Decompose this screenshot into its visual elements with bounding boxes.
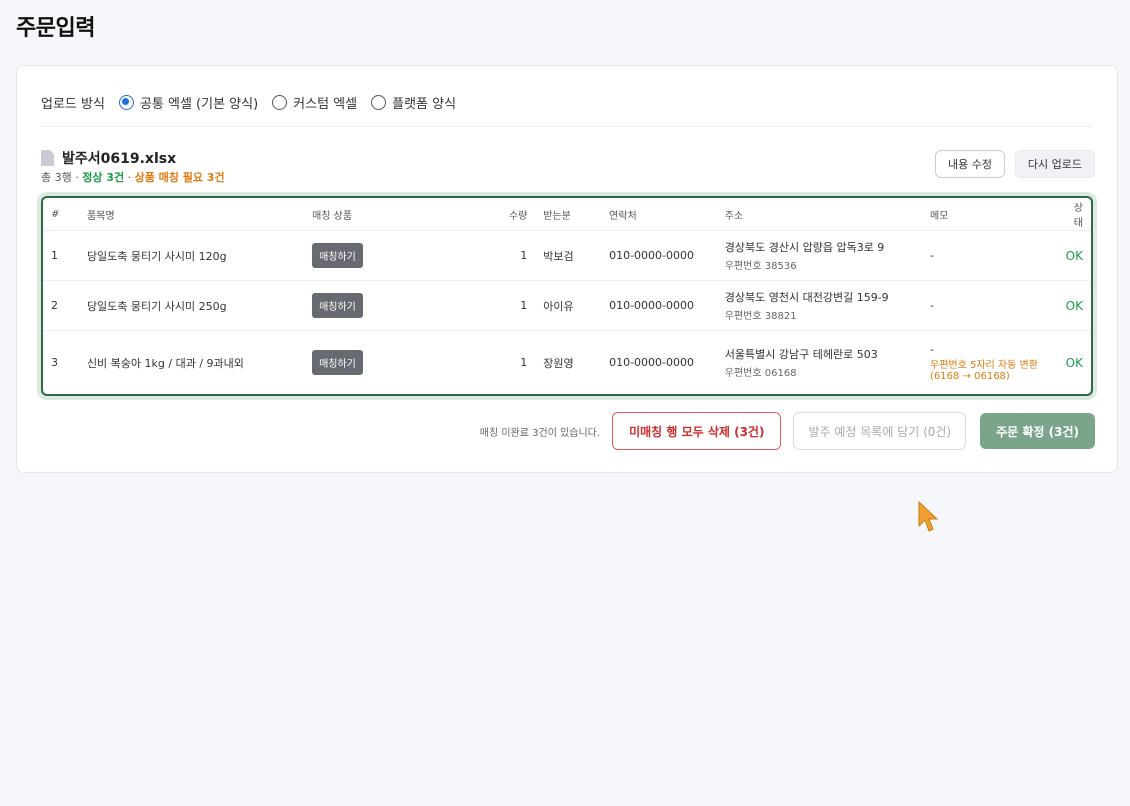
cell-product: 당일도축 뭉티기 사시미 250g	[78, 280, 305, 331]
radio-checked-icon[interactable]	[118, 94, 134, 110]
match-button[interactable]: 매칭하기	[312, 293, 363, 318]
cell-memo: -	[922, 280, 1058, 331]
col-no: #	[43, 198, 79, 231]
cell-phone: 010-0000-0000	[601, 230, 717, 281]
col-product: 품목명	[78, 198, 305, 231]
memo-warning: 우편번호 5자리 자동 변환 (6168 → 06168)	[930, 360, 1038, 382]
add-to-pending-button[interactable]: 발주 예정 목록에 담기 (0건)	[793, 412, 967, 450]
cell-recipient: 박보검	[535, 230, 602, 281]
cell-no: 3	[51, 356, 58, 369]
cell-match: 매칭하기	[304, 230, 490, 281]
summary-total: 총 3행 ·	[41, 171, 83, 184]
cell-product: 당일도축 뭉티기 사시미 120g	[78, 230, 305, 281]
summary-sep: ·	[124, 171, 135, 184]
file-name: 발주서0619.xlsx	[62, 151, 177, 167]
address-text: 경상북도 경산시 압량읍 압독3로 9	[724, 241, 885, 254]
memo-text: -	[930, 299, 934, 312]
upload-method-label: 업로드 방식	[41, 96, 105, 112]
radio-common-excel[interactable]: 공통 엑셀 (기본 양식)	[118, 93, 259, 112]
cell-recipient: 장원영	[543, 356, 574, 370]
table-row: 2 당일도축 뭉티기 사시미 250g 매칭하기 1 아이유 010-0000-…	[43, 280, 1091, 331]
col-qty: 수량	[489, 198, 536, 231]
file-summary: 총 3행 · 정상 3건 · 상품 매칭 필요 3건	[41, 169, 225, 185]
edit-content-button[interactable]: 내용 수정	[935, 150, 1005, 178]
upload-method-row: 업로드 방식 공통 엑셀 (기본 양식) 커스텀 엑셀 플랫폼 양식	[41, 91, 1093, 113]
cell-memo: - 우편번호 5자리 자동 변환 (6168 → 06168)	[922, 331, 1058, 395]
status-badge: OK	[1057, 230, 1091, 281]
status-badge: OK	[1057, 280, 1091, 331]
table-row: 1 당일도축 뭉티기 사시미 120g 매칭하기 1 박보검 010-0000-…	[43, 230, 1091, 281]
radio-platform-format[interactable]: 플랫폼 양식	[371, 93, 456, 112]
cell-address: 경상북도 영천시 대전강변길 159-9 우편번호 38821	[716, 280, 923, 331]
orders-table: # 품목명 매칭 상품 수량 받는분 연락처 주소 메모 상태 1 당일도축 뭉…	[41, 196, 1093, 396]
zip-text: 우편번호 38821	[724, 311, 797, 322]
cell-match: 매칭하기	[304, 280, 490, 331]
col-recipient: 받는분	[535, 198, 602, 231]
radio-custom-excel-label: 커스텀 엑셀	[293, 96, 358, 112]
divider	[41, 126, 1093, 127]
reupload-button[interactable]: 다시 업로드	[1014, 150, 1095, 178]
col-address: 주소	[716, 198, 923, 231]
col-match: 매칭 상품	[304, 198, 490, 231]
cell-address: 경상북도 경산시 압량읍 압독3로 9 우편번호 38536	[716, 230, 923, 281]
memo-text: -	[930, 343, 934, 356]
memo-text: -	[930, 249, 934, 262]
cell-no: 2	[43, 280, 79, 331]
address-text: 경상북도 영천시 대전강변길 159-9	[724, 291, 889, 304]
cell-address: 서울특별시 강남구 테헤란로 503 우편번호 06168	[717, 331, 922, 395]
radio-unchecked-icon[interactable]	[371, 94, 387, 110]
footer-actions: 매칭 미완료 3건이 있습니다. 미매칭 행 모두 삭제 (3건) 발주 예정 …	[480, 412, 1095, 450]
cell-phone: 010-0000-0000	[609, 356, 695, 369]
cell-qty: 1	[520, 356, 528, 369]
confirm-order-button[interactable]: 주문 확정 (3건)	[980, 413, 1095, 449]
radio-custom-excel[interactable]: 커스텀 엑셀	[272, 93, 357, 112]
cell-memo: -	[922, 230, 1058, 281]
cell-qty: 1	[489, 280, 536, 331]
cell-no: 1	[43, 230, 79, 281]
cell-qty: 1	[489, 230, 536, 281]
table-row: 3 신비 복숭아 1kg / 대과 / 9과내외 매칭하기 1 장원영 010-…	[43, 331, 1091, 395]
status-badge: OK	[1065, 355, 1083, 370]
radio-platform-format-label: 플랫폼 양식	[392, 96, 457, 112]
cell-match: 매칭하기	[304, 331, 489, 395]
file-icon	[41, 150, 54, 166]
address-text: 서울특별시 강남구 테헤란로 503	[724, 348, 878, 361]
col-status: 상태	[1057, 198, 1091, 231]
cell-phone: 010-0000-0000	[601, 280, 717, 331]
radio-common-excel-label: 공통 엑셀 (기본 양식)	[139, 96, 259, 112]
zip-text: 우편번호 06168	[724, 368, 797, 379]
col-phone: 연락처	[601, 198, 717, 231]
table-header-row: # 품목명 매칭 상품 수량 받는분 연락처 주소 메모 상태	[43, 198, 1091, 231]
cell-product: 신비 복숭아 1kg / 대과 / 9과내외	[86, 356, 244, 370]
page-title: 주문입력	[16, 16, 95, 41]
match-button[interactable]: 매칭하기	[312, 243, 363, 268]
match-button[interactable]: 매칭하기	[312, 350, 363, 375]
zip-text: 우편번호 38536	[724, 261, 797, 272]
radio-unchecked-icon[interactable]	[272, 94, 288, 110]
delete-unmatched-button[interactable]: 미매칭 행 모두 삭제 (3건)	[612, 412, 782, 450]
order-input-card: 업로드 방식 공통 엑셀 (기본 양식) 커스텀 엑셀 플랫폼 양식 발주서06…	[16, 65, 1118, 473]
unmatched-note: 매칭 미완료 3건이 있습니다.	[479, 427, 601, 439]
cell-recipient: 아이유	[535, 280, 602, 331]
file-row: 발주서0619.xlsx	[41, 148, 176, 168]
col-memo: 메모	[922, 198, 1058, 231]
summary-ok: 정상 3건	[82, 171, 125, 184]
summary-warn: 상품 매칭 필요 3건	[134, 171, 225, 184]
mouse-cursor-icon	[918, 500, 939, 532]
